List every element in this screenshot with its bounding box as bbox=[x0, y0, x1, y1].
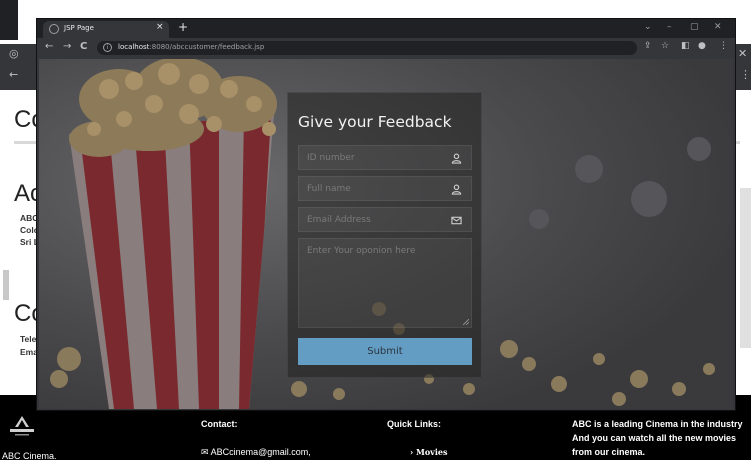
bg-browser-toolbar-left: ◎ ← bbox=[0, 44, 38, 90]
bg-browser-tabstrip bbox=[0, 0, 18, 40]
profile-avatar-icon[interactable]: ● bbox=[698, 41, 706, 51]
tab-search-icon[interactable]: ⌄ bbox=[644, 22, 652, 32]
bg-browser-toolbar-right: ✕ ⋮ bbox=[735, 44, 751, 90]
full-name-field[interactable] bbox=[298, 176, 472, 201]
full-name-input[interactable] bbox=[299, 177, 471, 200]
tab-close-icon[interactable]: × bbox=[156, 22, 164, 32]
footer-contact-heading: Contact: bbox=[201, 419, 238, 429]
side-panel-icon[interactable]: ◧ bbox=[681, 41, 690, 51]
bg-close-icon[interactable]: ✕ bbox=[738, 47, 747, 60]
url-text[interactable]: localhost:8080/abccustomer/feedback.jsp bbox=[118, 43, 264, 51]
share-icon[interactable]: ⇪ bbox=[644, 41, 652, 51]
footer-about-line: ABC is a leading Cinema in the industry bbox=[572, 419, 743, 429]
opinion-field[interactable] bbox=[298, 238, 472, 328]
new-tab-button[interactable]: + bbox=[178, 20, 188, 34]
bg-menu-icon[interactable]: ⋮ bbox=[740, 68, 751, 81]
footer-quicklinks-heading: Quick Links: bbox=[387, 419, 442, 429]
page-viewport: Give your Feedback ID number Full name E… bbox=[39, 59, 733, 409]
desktop: ◎ ← ✕ ⋮ Co Ac ABC Colo Sri L Co Tele Ema… bbox=[0, 0, 751, 460]
bg-favicon-icon: ◎ bbox=[9, 47, 19, 60]
user-icon bbox=[451, 184, 462, 195]
opinion-textarea[interactable] bbox=[299, 239, 471, 327]
bg-scroll-thumb[interactable] bbox=[3, 270, 9, 300]
menu-dots-icon[interactable]: ⋮ bbox=[719, 41, 728, 51]
bg-address-line: ABC bbox=[20, 213, 39, 223]
address-bar[interactable]: i localhost:8080/abccustomer/feedback.js… bbox=[97, 41, 637, 55]
id-number-field[interactable] bbox=[298, 145, 472, 170]
forward-button[interactable]: → bbox=[63, 41, 71, 52]
browser-window: JSP Page × + ⌄ – ▢ ✕ ← → C i localhost:8… bbox=[37, 19, 735, 410]
footer-email[interactable]: ✉ ABCcinema@gmail.com, bbox=[201, 446, 311, 459]
envelope-icon bbox=[451, 216, 462, 225]
reload-button[interactable]: C bbox=[80, 41, 87, 52]
envelope-icon: ✉ bbox=[201, 447, 209, 457]
tab-title: JSP Page bbox=[64, 24, 94, 32]
user-icon bbox=[451, 153, 462, 164]
footer-about-line: from our cinema. bbox=[572, 447, 646, 457]
feedback-form: Give your Feedback ID number Full name E… bbox=[287, 92, 482, 378]
footer-email-text: ABCcinema@gmail.com, bbox=[210, 447, 311, 457]
bg-top-strip bbox=[0, 0, 751, 12]
globe-icon bbox=[49, 24, 59, 34]
back-button[interactable]: ← bbox=[45, 41, 53, 52]
close-window-button[interactable]: ✕ bbox=[714, 22, 722, 32]
info-icon[interactable]: i bbox=[103, 43, 112, 52]
resize-grip-icon[interactable] bbox=[463, 319, 469, 325]
id-number-input[interactable] bbox=[299, 146, 471, 169]
email-field[interactable] bbox=[298, 207, 472, 232]
bg-scrollbar[interactable] bbox=[740, 188, 751, 348]
star-icon[interactable]: ☆ bbox=[661, 41, 669, 51]
maximize-button[interactable]: ▢ bbox=[690, 22, 699, 32]
submit-button[interactable]: Submit bbox=[298, 338, 472, 365]
abc-cinema-logo bbox=[7, 415, 37, 437]
tab-jsp-page[interactable]: JSP Page × bbox=[43, 21, 169, 38]
footer-movies-link[interactable]: › Movies bbox=[410, 446, 447, 459]
bg-contact-line: Ema bbox=[20, 347, 38, 357]
browser-toolbar: ← → C i localhost:8080/abccustomer/feedb… bbox=[37, 38, 735, 58]
bg-contact-line: Tele bbox=[20, 334, 37, 344]
tab-strip: JSP Page × + ⌄ – ▢ ✕ bbox=[37, 19, 735, 38]
bg-back-icon[interactable]: ← bbox=[9, 68, 18, 81]
form-title: Give your Feedback bbox=[298, 113, 452, 131]
email-input[interactable] bbox=[299, 208, 471, 231]
minimize-button[interactable]: – bbox=[667, 22, 672, 32]
footer-brand: ABC Cinema. bbox=[2, 451, 57, 460]
footer-about-line: And you can watch all the new movies bbox=[572, 433, 737, 443]
